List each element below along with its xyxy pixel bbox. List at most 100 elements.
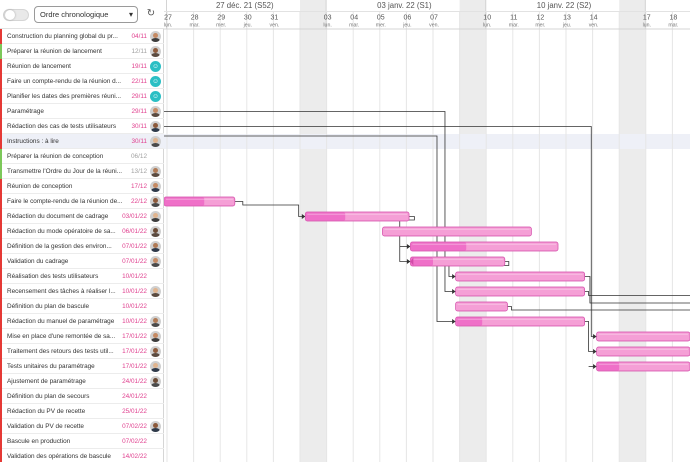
task-row[interactable]: Transmettre l'Ordre du Jour de la réuni.… xyxy=(0,164,164,179)
task-name[interactable]: Transmettre l'Ordre du Jour de la réuni.… xyxy=(7,164,125,179)
task-name[interactable]: Planifier les dates des premières réuni.… xyxy=(7,89,125,104)
task-name[interactable]: Définition du plan de bascule xyxy=(7,299,125,314)
task-bar[interactable] xyxy=(596,346,690,357)
task-row[interactable]: Rédaction du document de cadrage 03/01/22 xyxy=(0,209,164,224)
task-row[interactable]: Validation des opérations de bascule 14/0… xyxy=(0,449,164,462)
task-bar[interactable] xyxy=(455,286,585,297)
task-name[interactable]: Instructions : à lire xyxy=(7,134,125,149)
task-row[interactable]: Préparer la réunion de conception 06/12 xyxy=(0,149,164,164)
avatar[interactable]: ☺ xyxy=(150,61,161,72)
task-name[interactable]: Définition de la gestion des environ... xyxy=(7,239,125,254)
task-row[interactable]: Réunion de lancement 19/11 ☺ xyxy=(0,59,164,74)
task-name[interactable]: Définition du plan de secours xyxy=(7,389,125,404)
refresh-icon[interactable]: ↻ xyxy=(144,7,158,21)
avatar[interactable] xyxy=(150,226,161,237)
task-name[interactable]: Rédaction des cas de tests utilisateurs xyxy=(7,119,125,134)
task-name[interactable]: Bascule en production xyxy=(7,434,125,449)
avatar[interactable] xyxy=(150,241,161,252)
task-row[interactable]: Construction du planning global du pr...… xyxy=(0,29,164,44)
task-row[interactable]: Rédaction du manuel de paramétrage 10/01/… xyxy=(0,314,164,329)
task-row[interactable]: Instructions : à lire 30/11 xyxy=(0,134,164,149)
arrowhead xyxy=(452,289,456,294)
avatar[interactable] xyxy=(150,421,161,432)
task-name[interactable]: Réalisation des tests utilisateurs xyxy=(7,269,125,284)
avatar[interactable] xyxy=(150,106,161,117)
avatar[interactable] xyxy=(150,316,161,327)
task-name[interactable]: Ajustement de paramétrage xyxy=(7,374,125,389)
task-name[interactable]: Traitement des retours des tests util... xyxy=(7,344,125,359)
task-row[interactable]: Validation du cadrage 07/01/22 xyxy=(0,254,164,269)
task-name[interactable]: Préparer la réunion de conception xyxy=(7,149,125,164)
sort-order-select[interactable]: Ordre chronologique ▾ xyxy=(34,6,138,23)
task-row[interactable]: Recensement des tâches à réaliser l... 10… xyxy=(0,284,164,299)
avatar-body xyxy=(151,188,160,192)
task-bar[interactable] xyxy=(455,271,585,282)
task-row[interactable]: Préparer la réunion de lancement 12/11 xyxy=(0,44,164,59)
avatar[interactable] xyxy=(150,46,161,57)
task-row[interactable]: Définition du plan de bascule 10/01/22 xyxy=(0,299,164,314)
task-row[interactable]: Réalisation des tests utilisateurs 10/01/… xyxy=(0,269,164,284)
task-bar[interactable] xyxy=(382,226,532,237)
avatar[interactable] xyxy=(150,376,161,387)
avatar[interactable]: ☺ xyxy=(150,91,161,102)
task-row[interactable]: Rédaction du PV de recette 25/01/22 xyxy=(0,404,164,419)
task-due-date: 13/12 xyxy=(131,168,147,175)
task-name[interactable]: Rédaction du document de cadrage xyxy=(7,209,125,224)
task-name[interactable]: Construction du planning global du pr... xyxy=(7,29,125,44)
day-number: 03 xyxy=(324,15,332,22)
task-row[interactable]: Mise en place d'une remontée de sa... 17/… xyxy=(0,329,164,344)
task-row[interactable]: Ajustement de paramétrage 24/01/22 xyxy=(0,374,164,389)
avatar[interactable] xyxy=(150,211,161,222)
week-label: 03 janv. 22 (S1) xyxy=(377,1,432,10)
task-row[interactable]: Définition du plan de secours 24/01/22 xyxy=(0,389,164,404)
task-name[interactable]: Mise en place d'une remontée de sa... xyxy=(7,329,125,344)
avatar[interactable] xyxy=(150,181,161,192)
avatar[interactable] xyxy=(150,256,161,267)
task-name[interactable]: Rédaction du PV de recette xyxy=(7,404,125,419)
avatar[interactable] xyxy=(150,136,161,147)
task-row[interactable]: Faire un compte-rendu de la réunion d...… xyxy=(0,74,164,89)
task-row[interactable]: Faire le compte-rendu de la réunion de..… xyxy=(0,194,164,209)
avatar[interactable]: ☺ xyxy=(150,76,161,87)
task-name[interactable]: Préparer la réunion de lancement xyxy=(7,44,125,59)
task-row[interactable]: Tests unitaires du paramétrage 17/01/22 xyxy=(0,359,164,374)
day-name: ven. xyxy=(589,23,599,29)
task-name[interactable]: Validation des opérations de bascule xyxy=(7,449,125,462)
task-bar[interactable] xyxy=(596,331,690,342)
task-due-date: 17/01/22 xyxy=(122,363,147,370)
task-name[interactable]: Réunion de conception xyxy=(7,179,125,194)
avatar[interactable] xyxy=(150,166,161,177)
task-name[interactable]: Réunion de lancement xyxy=(7,59,125,74)
task-row[interactable]: Bascule en production 07/02/22 xyxy=(0,434,164,449)
task-name[interactable]: Validation du cadrage xyxy=(7,254,125,269)
view-toggle[interactable] xyxy=(3,9,29,21)
task-row[interactable]: Rédaction du mode opératoire de sa... 06/… xyxy=(0,224,164,239)
avatar[interactable] xyxy=(150,286,161,297)
task-name[interactable]: Tests unitaires du paramétrage xyxy=(7,359,125,374)
avatar[interactable] xyxy=(150,31,161,42)
task-name[interactable]: Recensement des tâches à réaliser l... xyxy=(7,284,125,299)
task-name[interactable]: Validation du PV de recette xyxy=(7,419,125,434)
task-name[interactable]: Rédaction du mode opératoire de sa... xyxy=(7,224,125,239)
avatar[interactable] xyxy=(150,121,161,132)
task-name[interactable]: Faire un compte-rendu de la réunion d... xyxy=(7,74,125,89)
task-row[interactable]: Paramétrage 29/11 xyxy=(0,104,164,119)
avatar[interactable] xyxy=(150,196,161,207)
task-row[interactable]: Définition de la gestion des environ... 0… xyxy=(0,239,164,254)
task-row[interactable]: Validation du PV de recette 07/02/22 xyxy=(0,419,164,434)
task-row[interactable]: Traitement des retours des tests util...… xyxy=(0,344,164,359)
weekend-column xyxy=(300,0,327,462)
task-name[interactable]: Faire le compte-rendu de la réunion de..… xyxy=(7,194,125,209)
task-name[interactable]: Rédaction du manuel de paramétrage xyxy=(7,314,125,329)
avatar[interactable] xyxy=(150,346,161,357)
task-bar[interactable] xyxy=(455,301,508,312)
chevron-down-icon: ▾ xyxy=(128,10,133,19)
task-row[interactable]: Rédaction des cas de tests utilisateurs 3… xyxy=(0,119,164,134)
task-row[interactable]: Planifier les dates des premières réuni.… xyxy=(0,89,164,104)
avatar[interactable] xyxy=(150,361,161,372)
avatar[interactable] xyxy=(150,331,161,342)
task-row[interactable]: Réunion de conception 17/12 xyxy=(0,179,164,194)
task-name[interactable]: Paramétrage xyxy=(7,104,125,119)
task-due-date: 10/01/22 xyxy=(122,273,147,280)
avatar-body xyxy=(151,383,160,387)
